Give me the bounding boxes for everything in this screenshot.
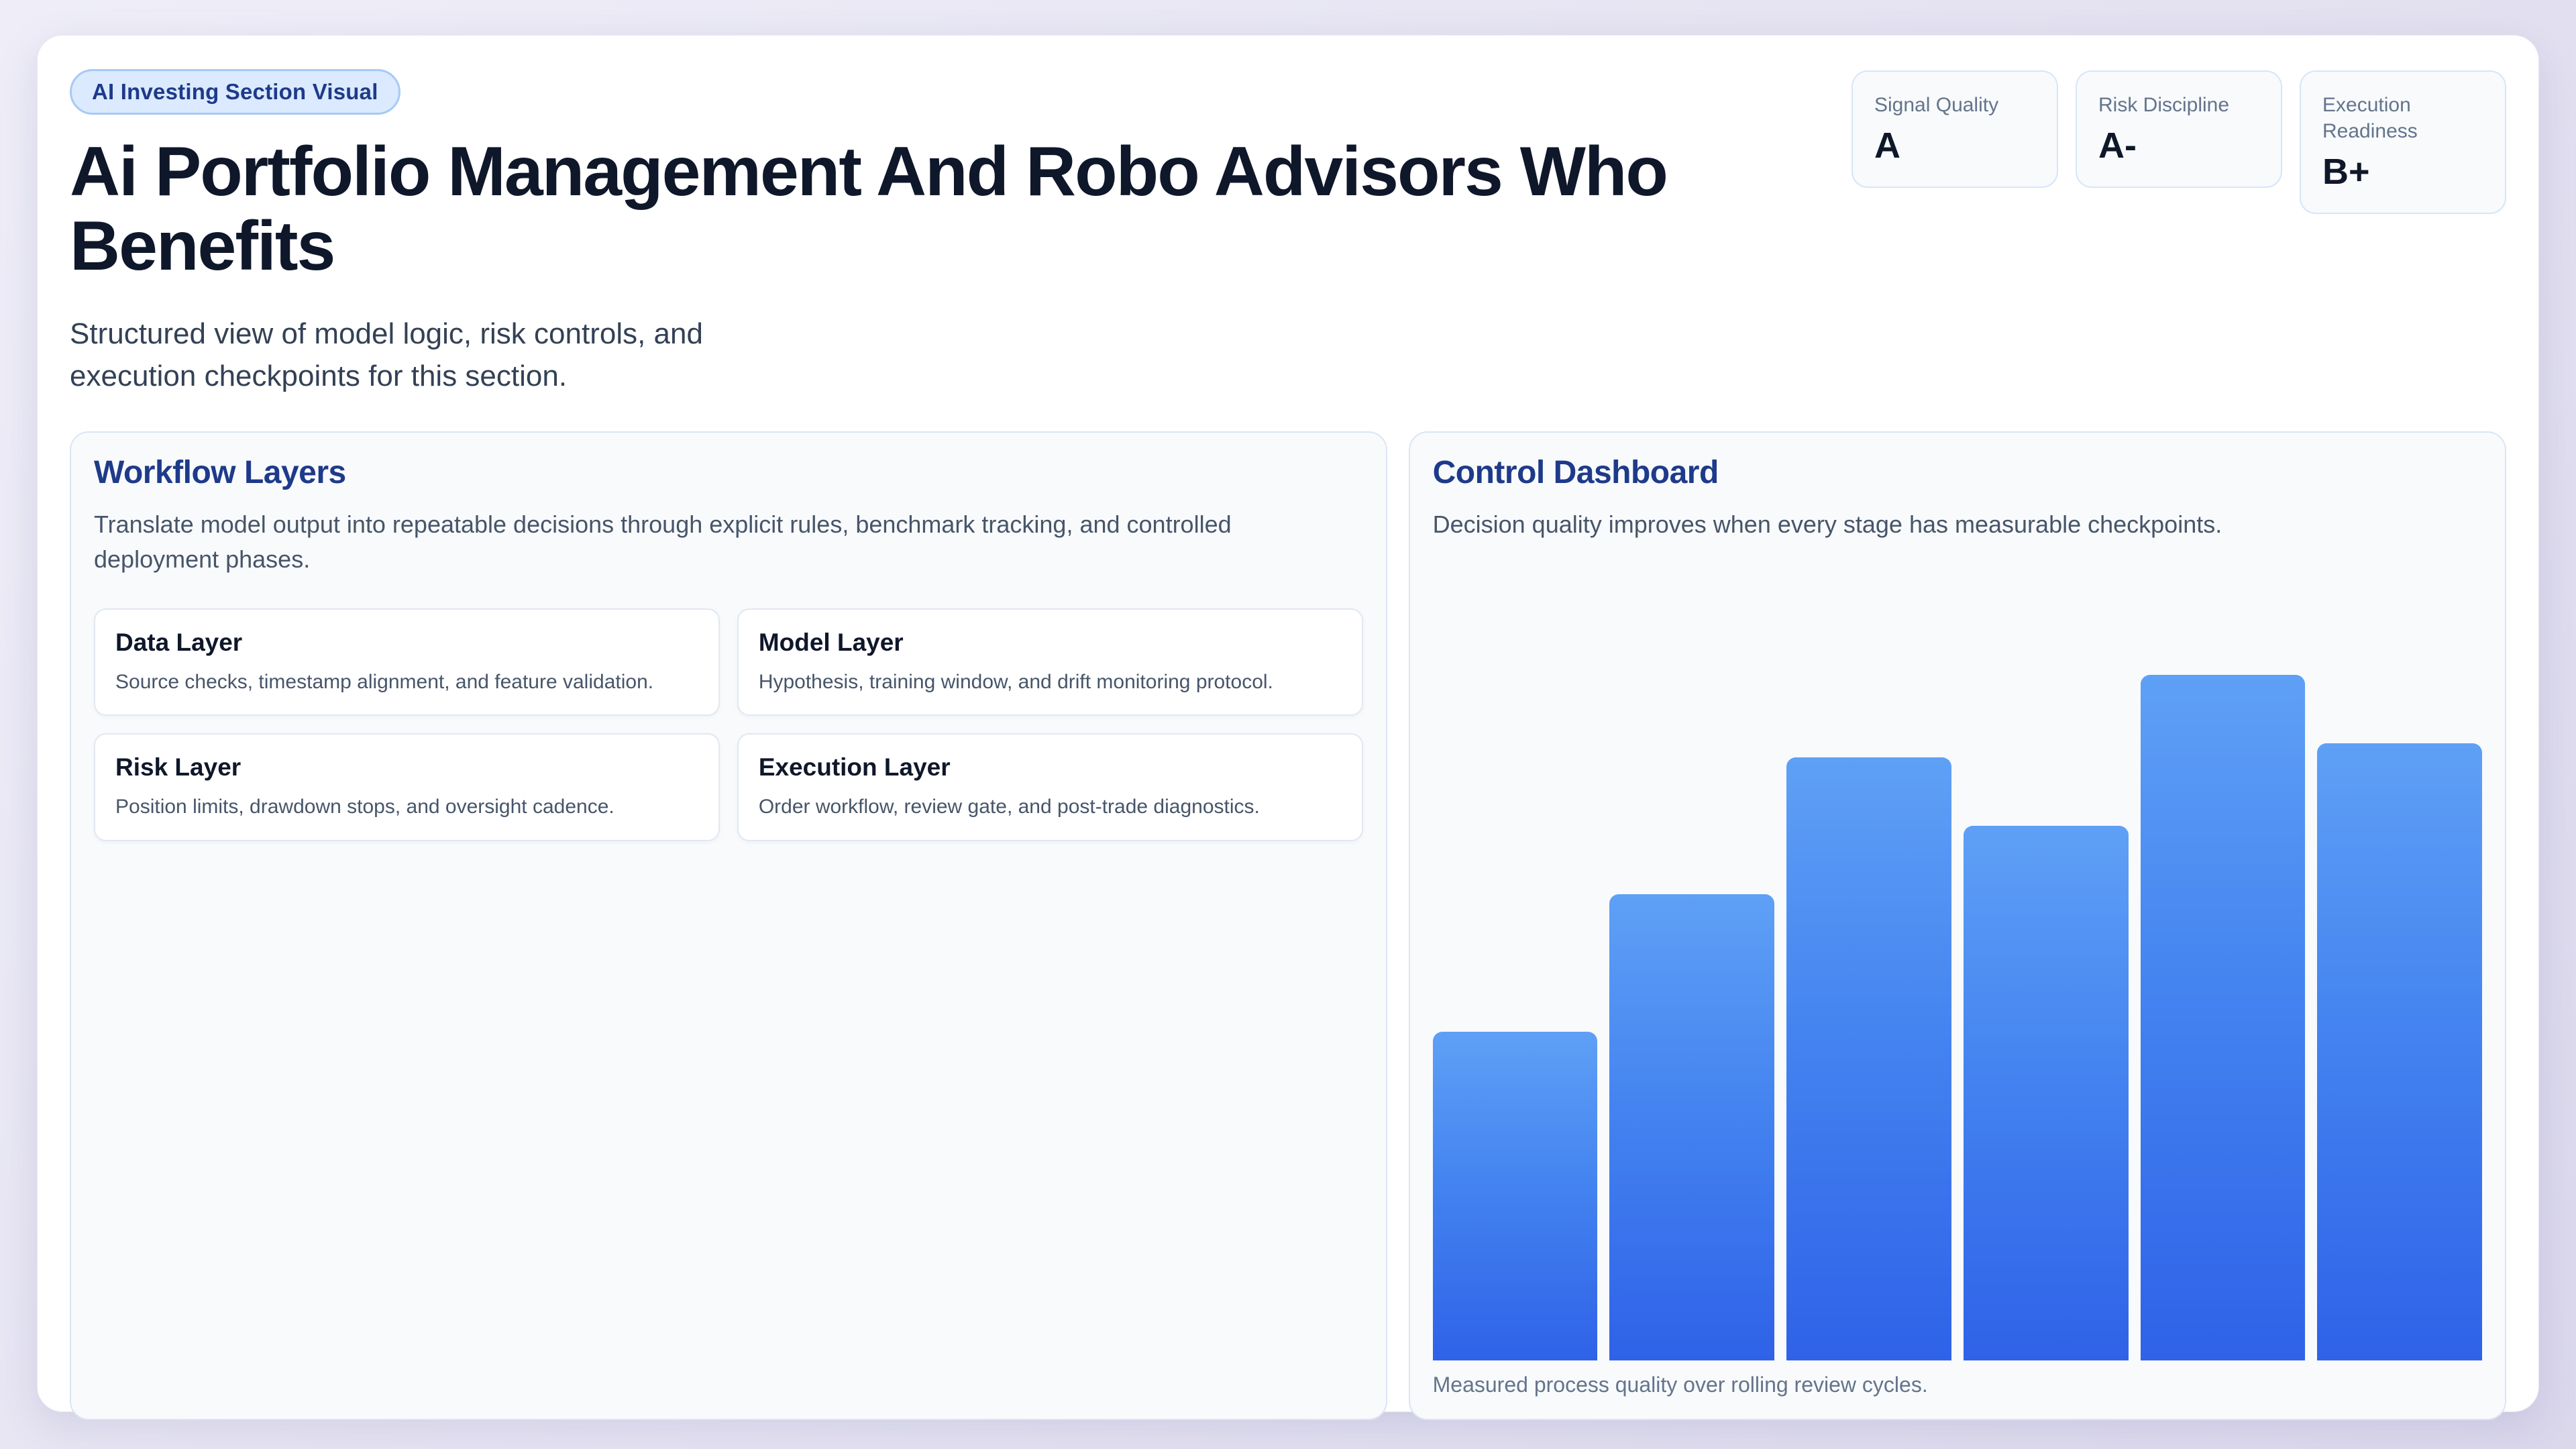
workflow-layers-panel: Workflow Layers Translate model output i… <box>70 431 1387 1421</box>
layer-title: Model Layer <box>758 628 904 656</box>
content-panels: Workflow Layers Translate model output i… <box>70 431 2506 1421</box>
chart-bar <box>2140 675 2306 1361</box>
layer-description: Position limits, drawdown stops, and ove… <box>115 796 614 818</box>
stat-label: Signal Quality <box>1874 94 1999 116</box>
layer-description: Source checks, timestamp alignment, and … <box>115 670 654 693</box>
layer-title: Risk Layer <box>115 753 241 781</box>
chart-bar <box>1963 825 2129 1361</box>
stat-label: Risk Discipline <box>2098 94 2230 116</box>
layer-card-execution: Execution Layer Order workflow, review g… <box>737 733 1363 841</box>
stat-card-risk-discipline: Risk Discipline A- <box>2076 70 2282 188</box>
chart-caption: Measured process quality over rolling re… <box>1432 1373 1928 1397</box>
main-card: AI Investing Section Visual Ai Portfolio… <box>37 35 2539 1421</box>
layer-title: Data Layer <box>115 628 243 656</box>
chart-bar <box>1786 757 1951 1361</box>
bar-chart <box>1432 675 2483 1361</box>
stat-label: Execution Readiness <box>2322 94 2418 142</box>
page-title: Ai Portfolio Management And Robo Advisor… <box>70 133 1668 286</box>
stat-card-row: Signal Quality A Risk Discipline A- Exec… <box>1851 70 2506 214</box>
dashboard-panel-title: Control Dashboard <box>1432 455 1719 491</box>
page-header: AI Investing Section Visual Ai Portfolio… <box>70 69 2506 398</box>
chart-bar <box>1609 894 1775 1361</box>
stat-card-signal-quality: Signal Quality A <box>1851 70 2058 188</box>
chart-bar <box>2317 743 2483 1361</box>
control-dashboard-panel: Control Dashboard Decision quality impro… <box>1408 431 2506 1421</box>
stat-card-execution-readiness: Execution Readiness B+ <box>2300 70 2506 214</box>
page-subtitle: Structured view of model logic, risk con… <box>70 317 703 393</box>
stat-value: B+ <box>2322 152 2370 192</box>
workflow-panel-description: Translate model output into repeatable d… <box>94 511 1232 574</box>
layer-card-model: Model Layer Hypothesis, training window,… <box>737 608 1363 716</box>
section-badge: AI Investing Section Visual <box>70 69 400 115</box>
dashboard-panel-description: Decision quality improves when every sta… <box>1432 511 2222 539</box>
layer-description: Hypothesis, training window, and drift m… <box>758 670 1273 693</box>
layer-title: Execution Layer <box>758 753 951 781</box>
header-text-block: AI Investing Section Visual Ai Portfolio… <box>70 69 1787 398</box>
layer-description: Order workflow, review gate, and post-tr… <box>758 796 1260 818</box>
layer-card-grid: Data Layer Source checks, timestamp alig… <box>94 608 1363 841</box>
layer-card-data: Data Layer Source checks, timestamp alig… <box>94 608 720 716</box>
chart-bar <box>1432 1031 1598 1361</box>
workflow-panel-title: Workflow Layers <box>94 455 346 491</box>
stat-value: A <box>1874 125 1900 166</box>
stat-value: A- <box>2098 125 2137 166</box>
layer-card-risk: Risk Layer Position limits, drawdown sto… <box>94 733 720 841</box>
